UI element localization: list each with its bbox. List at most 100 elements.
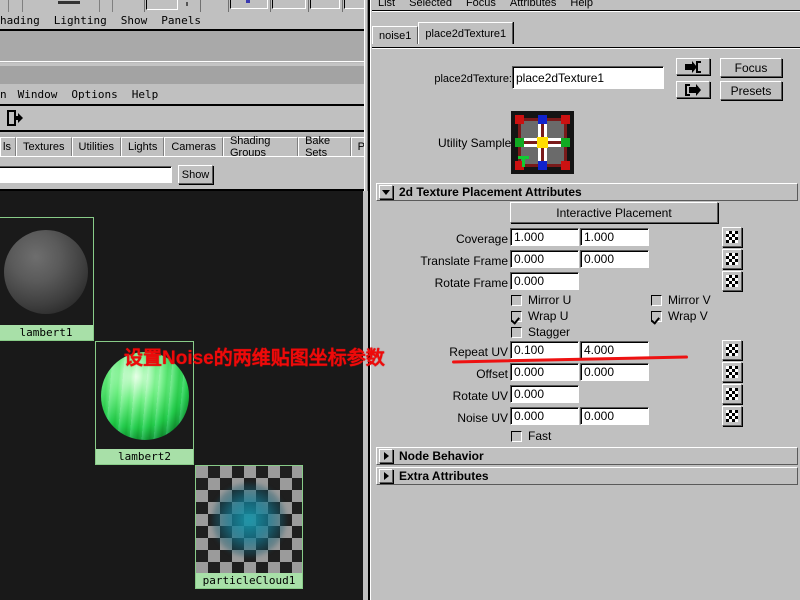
- wrap-v-checkbox[interactable]: [651, 310, 662, 322]
- repeat-uv-u-input[interactable]: 0.100: [510, 341, 579, 359]
- chevron-down-icon[interactable]: [379, 185, 393, 199]
- checker-icon: [726, 275, 738, 287]
- checkbox-wrap-u[interactable]: Wrap U: [511, 309, 568, 323]
- swatch-particleCloud1[interactable]: particleCloud1: [195, 465, 303, 589]
- checkbox-mirror-u[interactable]: Mirror U: [511, 293, 571, 307]
- menu-help[interactable]: Help: [125, 88, 166, 101]
- menu-show[interactable]: Show: [114, 14, 155, 27]
- attribute-editor-menubar[interactable]: List Selected Focus Attributes Help: [372, 0, 800, 10]
- menu-edit-partial[interactable]: n: [0, 88, 11, 101]
- noise-uv-map-button[interactable]: [722, 406, 742, 426]
- filter-input[interactable]: [0, 166, 172, 183]
- section-node-behavior[interactable]: Node Behavior: [376, 447, 798, 465]
- mirror-v-checkbox[interactable]: [651, 294, 662, 306]
- focus-button[interactable]: Focus: [720, 58, 782, 77]
- input-connection-button[interactable]: [676, 58, 710, 75]
- node-name-input[interactable]: place2dTexture1: [512, 66, 664, 89]
- output-connection-button[interactable]: [676, 81, 710, 98]
- interactive-placement-button[interactable]: Interactive Placement: [510, 202, 718, 223]
- section-title-node-behavior: Node Behavior: [399, 449, 484, 463]
- tab-textures[interactable]: Textures: [15, 137, 72, 156]
- coverage-map-button[interactable]: [722, 227, 742, 247]
- fast-label: Fast: [528, 429, 552, 443]
- checkbox-stagger[interactable]: Stagger: [511, 325, 570, 339]
- menu-lighting[interactable]: Lighting: [47, 14, 114, 27]
- menu-list[interactable]: List: [372, 0, 402, 9]
- tab-shading-groups[interactable]: Shading Groups: [222, 135, 299, 159]
- tab-cameras[interactable]: Cameras: [164, 137, 223, 156]
- menu-selected[interactable]: Selected: [402, 0, 459, 9]
- noise-uv-u-input[interactable]: 0.000: [510, 407, 579, 425]
- lambert1-preview: [0, 218, 93, 325]
- ae-bottom-filler: [372, 487, 800, 600]
- hypershade-window-menubar[interactable]: n Window Options Help: [0, 84, 368, 104]
- hypershade-right-divider: [363, 191, 368, 600]
- menu-options[interactable]: Options: [64, 88, 124, 101]
- translate-frame-u-input[interactable]: 0.000: [510, 250, 579, 268]
- translate-frame-label: Translate Frame: [420, 254, 508, 268]
- menu-panels[interactable]: Panels: [154, 14, 208, 27]
- coverage-u-input[interactable]: 1.000: [510, 228, 579, 246]
- section-2d-texture-placement-attributes[interactable]: 2d Texture Placement Attributes: [376, 183, 798, 201]
- arrow-out-icon[interactable]: [7, 110, 24, 126]
- chevron-right-icon[interactable]: [379, 469, 393, 483]
- menu-attributes[interactable]: Attributes: [503, 0, 563, 9]
- tab-utilities[interactable]: Utilities: [71, 137, 121, 156]
- translate-frame-v-input[interactable]: 0.000: [580, 250, 649, 268]
- particleCloud1-preview: [196, 466, 302, 573]
- menu-help[interactable]: Help: [563, 0, 600, 9]
- wrap-u-checkbox[interactable]: [511, 310, 522, 322]
- repeat-uv-map-button[interactable]: [722, 340, 742, 360]
- checkbox-wrap-v[interactable]: Wrap V: [651, 309, 708, 323]
- offset-u-input[interactable]: 0.000: [510, 363, 579, 381]
- node-tab-place2dtexture1[interactable]: place2dTexture1: [418, 22, 514, 44]
- rotate-uv-input[interactable]: 0.000: [510, 385, 579, 403]
- checkbox-mirror-v[interactable]: Mirror V: [651, 293, 711, 307]
- rotate-uv-map-button[interactable]: [722, 384, 742, 404]
- tab-bake-sets[interactable]: Bake Sets: [298, 135, 351, 159]
- translate-frame-map-button[interactable]: [722, 249, 742, 269]
- hypershade-vertical-scrollbar[interactable]: [364, 0, 368, 191]
- tab-lights-label: Lights: [127, 141, 158, 153]
- menu-window[interactable]: Window: [11, 88, 65, 101]
- swatch-label-lambert1: lambert1: [0, 325, 93, 340]
- hypershade-panel-menubar[interactable]: hading Lighting Show Panels: [0, 12, 368, 29]
- toolbar-divider: [0, 130, 368, 132]
- rotate-frame-input[interactable]: 0.000: [510, 272, 579, 290]
- hypershade-viewport-strip: [0, 31, 368, 62]
- arrow-out-icon: [685, 83, 701, 96]
- menu-shading[interactable]: hading: [0, 14, 47, 27]
- tab-lights[interactable]: Lights: [120, 137, 165, 156]
- tab-materials[interactable]: ls: [0, 137, 16, 156]
- hypershade-secondary-strip: [0, 66, 368, 84]
- tab-cameras-label: Cameras: [171, 141, 216, 153]
- noise-uv-v-input[interactable]: 0.000: [580, 407, 649, 425]
- fast-checkbox[interactable]: [511, 430, 522, 442]
- presets-button[interactable]: Presets: [720, 81, 782, 100]
- stagger-label: Stagger: [528, 325, 571, 339]
- checker-icon: [726, 253, 738, 265]
- ae-node-tabbar[interactable]: noise1 place2dTexture1: [372, 18, 800, 44]
- node-tab-noise1[interactable]: noise1: [372, 26, 419, 44]
- hypershade-tabbar[interactable]: ls Textures Utilities Lights Cameras Sha…: [0, 134, 368, 159]
- arrow-in-icon: [685, 60, 701, 73]
- section-extra-attributes[interactable]: Extra Attributes: [376, 467, 798, 485]
- node-tab-noise1-label: noise1: [379, 29, 412, 42]
- mirror-v-label: Mirror V: [668, 293, 711, 307]
- mirror-u-checkbox[interactable]: [511, 294, 522, 306]
- coverage-v-input[interactable]: 1.000: [580, 228, 649, 246]
- repeat-uv-label: Repeat UV: [449, 345, 508, 359]
- swatch-lambert1[interactable]: lambert1: [0, 217, 94, 341]
- offset-v-input[interactable]: 0.000: [580, 363, 649, 381]
- wrap-v-label: Wrap V: [668, 309, 708, 323]
- chevron-right-icon[interactable]: [379, 449, 393, 463]
- utility-sample-label: Utility Sample: [438, 136, 512, 150]
- show-button[interactable]: Show: [178, 165, 213, 184]
- tab-materials-label: ls: [3, 141, 11, 153]
- rotate-frame-map-button[interactable]: [722, 271, 742, 291]
- checkbox-fast[interactable]: Fast: [511, 429, 551, 443]
- menu-focus[interactable]: Focus: [459, 0, 503, 9]
- coverage-label: Coverage: [455, 232, 508, 246]
- stagger-checkbox[interactable]: [511, 326, 522, 338]
- offset-map-button[interactable]: [722, 362, 742, 382]
